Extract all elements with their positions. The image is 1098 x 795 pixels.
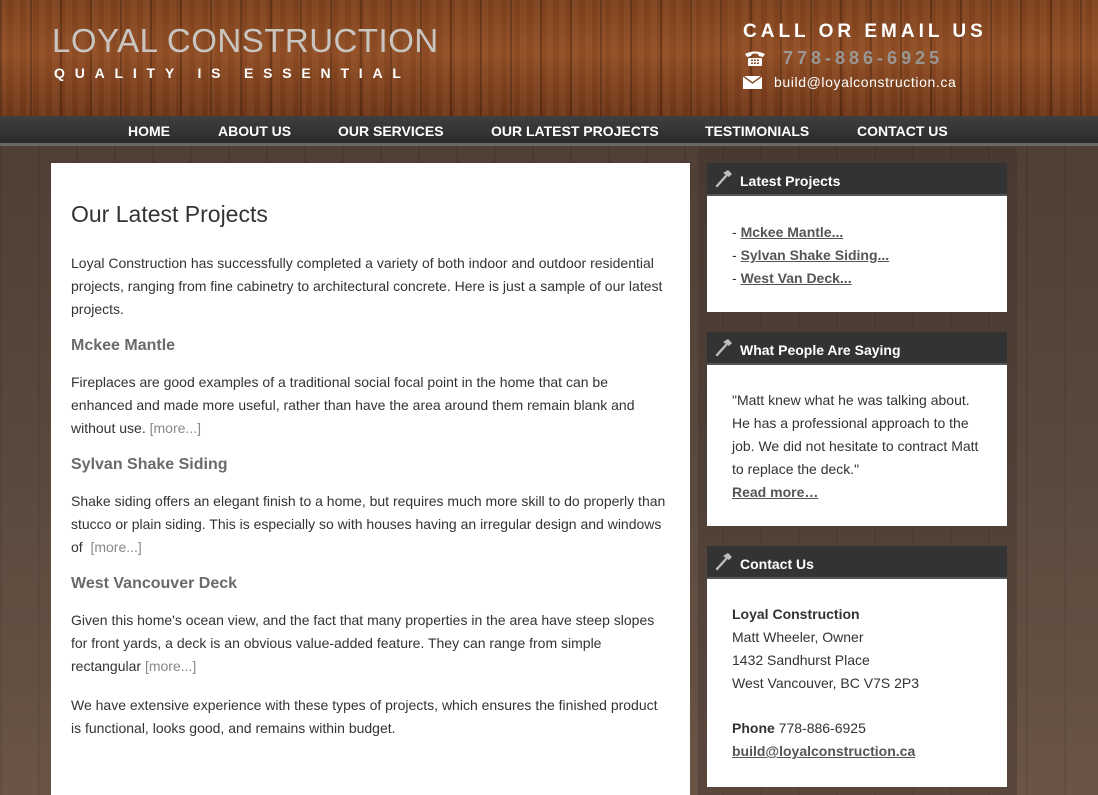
project-title: Sylvan Shake Siding	[71, 456, 228, 473]
nav-our-services[interactable]: OUR SERVICES	[338, 123, 444, 139]
contact-city: West Vancouver, BC V7S 2P3	[732, 675, 920, 691]
project-summary: Fireplaces are good examples of a tradit…	[71, 371, 670, 440]
read-more-link[interactable]: Read more…	[732, 484, 818, 500]
nav-home[interactable]: HOME	[128, 123, 170, 139]
page-title: Our Latest Projects	[71, 201, 268, 227]
list-bullet: -	[732, 224, 741, 240]
project-title: Mckee Mantle	[71, 337, 176, 354]
logo-tagline: QUALITY IS ESSENTIAL	[54, 65, 411, 81]
header-phone-number[interactable]: 778-886-6925	[783, 48, 943, 69]
header-phone: 778-886-6925	[743, 48, 943, 69]
intro-paragraph: Loyal Construction has successfully comp…	[71, 255, 663, 317]
contact-heading: CALL OR EMAIL US	[743, 21, 987, 42]
phone-icon	[745, 51, 765, 66]
contact-email-link[interactable]: build@loyalconstruction.ca	[732, 743, 915, 759]
nav-about-us[interactable]: ABOUT US	[218, 123, 291, 139]
widget-body: "Matt knew what he was talking about. He…	[707, 365, 1007, 526]
hammer-icon	[715, 339, 732, 357]
mail-icon	[743, 75, 762, 89]
project-summary-text: Shake siding offers an elegant finish to…	[71, 493, 666, 555]
contact-company: Loyal Construction	[732, 606, 860, 622]
contact-street: 1432 Sandhurst Place	[732, 652, 870, 668]
project-title: West Vancouver Deck	[71, 575, 238, 592]
widget-title: Latest Projects	[740, 173, 841, 189]
widget-body: Loyal Construction Matt Wheeler, Owner 1…	[707, 579, 1007, 787]
nav-contact-us[interactable]: CONTACT US	[857, 123, 948, 139]
hammer-icon	[715, 553, 732, 571]
latest-project-link[interactable]: Mckee Mantle...	[741, 224, 844, 240]
widget-header: What People Are Saying	[707, 332, 1007, 365]
list-bullet: -	[732, 247, 741, 263]
nav-testimonials[interactable]: TESTIMONIALS	[705, 123, 809, 139]
latest-project-item: - West Van Deck...	[732, 267, 982, 290]
contact-phone-number[interactable]: 778-886-6925	[775, 720, 866, 736]
closing-paragraph: We have extensive experience with these …	[71, 697, 658, 736]
widget-testimonials: What People Are Saying "Matt knew what h…	[707, 332, 1007, 526]
widget-contact: Contact Us Loyal Construction Matt Wheel…	[707, 546, 1007, 787]
more-link[interactable]: [more...]	[90, 539, 141, 555]
contact-owner: Matt Wheeler, Owner	[732, 629, 864, 645]
logo-title[interactable]: LOYAL CONSTRUCTION	[52, 22, 439, 60]
latest-project-link[interactable]: West Van Deck...	[741, 270, 852, 286]
hammer-icon	[715, 170, 732, 188]
site-header: LOYAL CONSTRUCTION QUALITY IS ESSENTIAL …	[0, 0, 1098, 116]
header-email: build@loyalconstruction.ca	[743, 74, 956, 90]
more-link[interactable]: [more...]	[150, 420, 201, 436]
latest-project-item: - Sylvan Shake Siding...	[732, 244, 982, 267]
widget-header: Latest Projects	[707, 163, 1007, 196]
widget-body: - Mckee Mantle... - Sylvan Shake Siding.…	[707, 196, 1007, 312]
widget-header: Contact Us	[707, 546, 1007, 579]
widget-title: Contact Us	[740, 556, 814, 572]
nav-latest-projects[interactable]: OUR LATEST PROJECTS	[491, 123, 659, 139]
contact-phone-label: Phone	[732, 720, 775, 736]
latest-project-link[interactable]: Sylvan Shake Siding...	[741, 247, 890, 263]
widget-title: What People Are Saying	[740, 342, 901, 358]
latest-project-item: - Mckee Mantle...	[732, 221, 982, 244]
testimonial-quote: "Matt knew what he was talking about. He…	[732, 392, 979, 477]
contact-phone: Phone 778-886-6925	[732, 717, 982, 740]
list-bullet: -	[732, 270, 741, 286]
main-content: Our Latest Projects Loyal Construction h…	[51, 163, 690, 795]
main-nav: HOME ABOUT US OUR SERVICES OUR LATEST PR…	[0, 116, 1098, 146]
widget-latest-projects: Latest Projects - Mckee Mantle... - Sylv…	[707, 163, 1007, 312]
header-email-address[interactable]: build@loyalconstruction.ca	[774, 74, 956, 90]
project-summary: Shake siding offers an elegant finish to…	[71, 490, 670, 559]
more-link[interactable]: [more...]	[145, 658, 196, 674]
project-summary: Given this home's ocean view, and the fa…	[71, 609, 670, 678]
